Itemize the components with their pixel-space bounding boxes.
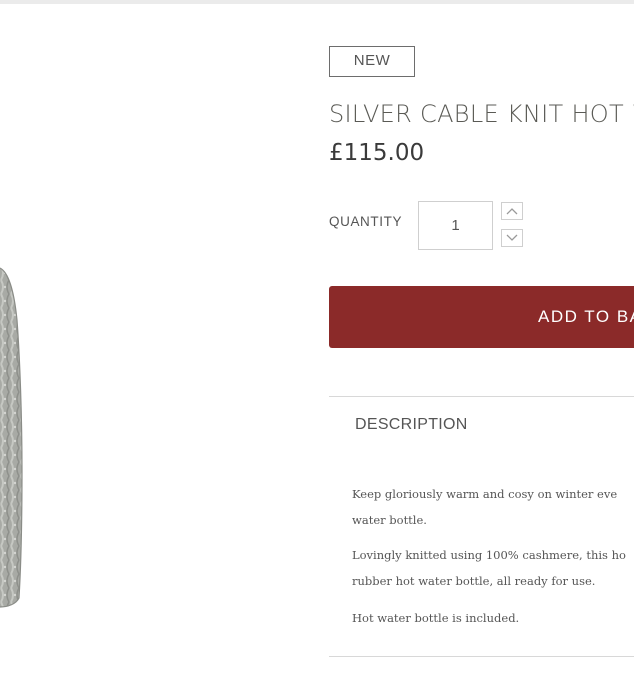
description-line: rubber hot water bottle, all ready for u…	[352, 574, 596, 588]
knitted-cover-image	[0, 267, 23, 608]
product-image[interactable]	[0, 0, 300, 675]
description-paragraph: Lovingly knitted using 100% cashmere, th…	[352, 542, 634, 594]
product-price: £115.00	[329, 140, 425, 166]
add-to-bag-button[interactable]: ADD TO BA	[329, 286, 634, 348]
divider	[329, 656, 634, 657]
quantity-decrease-button[interactable]	[501, 229, 523, 247]
description-line: water bottle.	[352, 513, 427, 527]
product-info: NEW SILVER CABLE KNIT HOT W £115.00 QUAN…	[329, 0, 634, 675]
chevron-up-icon	[506, 208, 518, 215]
description-paragraph: Keep gloriously warm and cosy on winter …	[352, 481, 634, 533]
description-line: Lovingly knitted using 100% cashmere, th…	[352, 548, 626, 562]
description-line: Keep gloriously warm and cosy on winter …	[352, 487, 618, 501]
quantity-label: QUANTITY	[329, 214, 403, 229]
quantity-increase-button[interactable]	[501, 202, 523, 220]
quantity-input[interactable]	[418, 201, 493, 250]
divider	[329, 396, 634, 397]
new-badge: NEW	[329, 46, 415, 77]
product-title: SILVER CABLE KNIT HOT W	[329, 100, 634, 128]
description-paragraph: Hot water bottle is included.	[352, 605, 634, 631]
description-tab[interactable]: DESCRIPTION	[355, 416, 468, 434]
description-line: Hot water bottle is included.	[352, 611, 520, 625]
chevron-down-icon	[506, 234, 518, 241]
